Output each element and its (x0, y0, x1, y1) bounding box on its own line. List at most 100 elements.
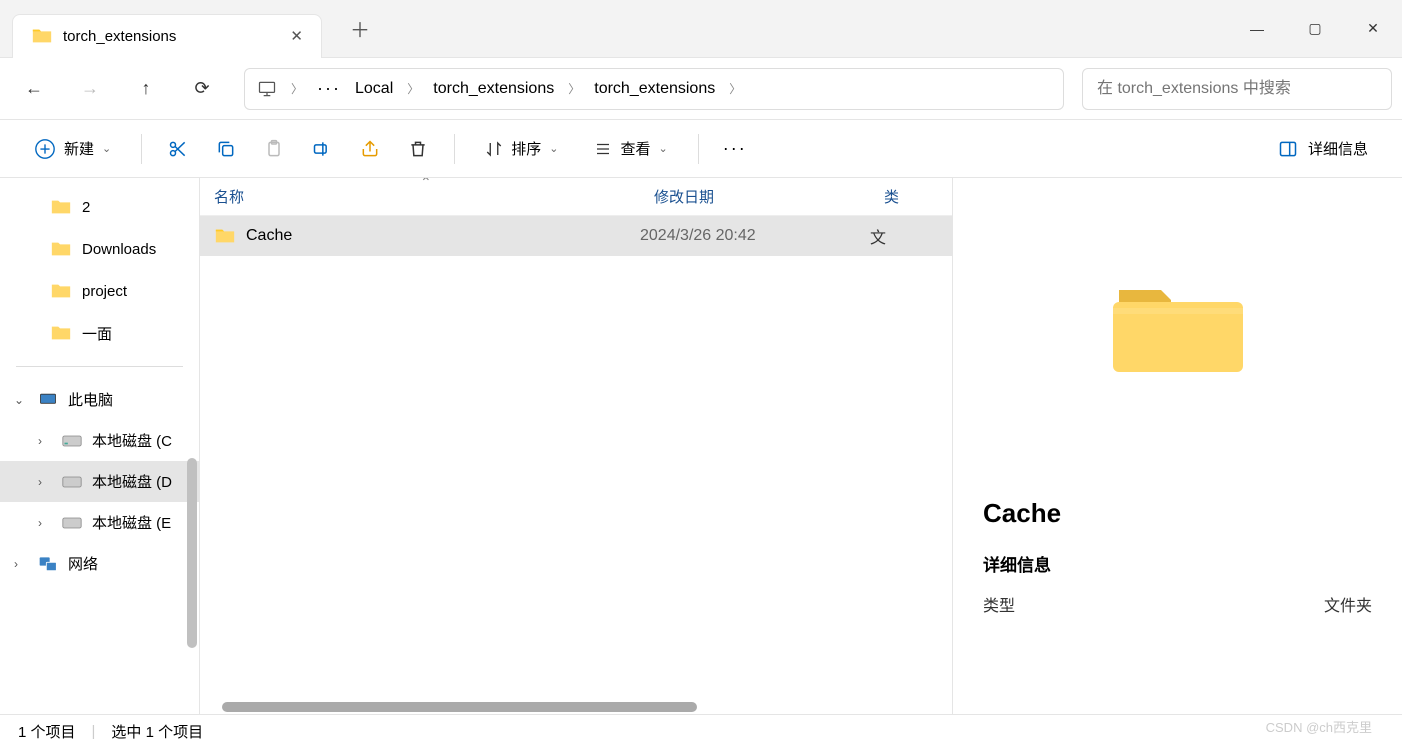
maximize-button[interactable]: ▢ (1286, 5, 1344, 53)
chevron-down-icon: ⌄ (549, 142, 558, 155)
preview-name: Cache (983, 498, 1372, 529)
watermark: CSDN @ch西克里 (1266, 717, 1372, 736)
cut-button[interactable] (158, 129, 198, 169)
scissors-icon (168, 139, 188, 159)
col-date[interactable]: 修改日期 (640, 178, 870, 215)
chevron-right-icon: 〉 (291, 80, 303, 97)
close-button[interactable]: ✕ (1344, 5, 1402, 53)
more-button[interactable]: ··· (715, 129, 755, 169)
folder-icon (50, 322, 72, 344)
sidebar-item-drive-e[interactable]: ›本地磁盘 (E (0, 502, 199, 543)
folder-large-icon (1113, 278, 1243, 378)
sidebar-item-network[interactable]: ›网络 (0, 543, 199, 584)
trash-icon (408, 139, 428, 159)
rename-icon (312, 139, 332, 159)
sort-asc-icon: ⌃ (420, 178, 432, 191)
sort-icon (485, 140, 503, 158)
new-tab-button[interactable]: ＋ (350, 14, 370, 43)
sort-button[interactable]: 排序 ⌄ (471, 130, 572, 167)
ellipsis-icon: ··· (723, 138, 747, 159)
minimize-button[interactable]: ― (1228, 5, 1286, 53)
details-pane-button[interactable]: 详细信息 (1264, 130, 1382, 167)
up-button[interactable]: ↑ (122, 65, 170, 113)
drive-icon (62, 433, 82, 449)
folder-icon (50, 196, 72, 218)
paste-button[interactable] (254, 129, 294, 169)
view-label: 查看 (620, 138, 650, 159)
sidebar-item-downloads[interactable]: Downloads (0, 228, 199, 270)
delete-button[interactable] (398, 129, 438, 169)
crumb-2[interactable]: torch_extensions (594, 80, 715, 98)
copy-button[interactable] (206, 129, 246, 169)
sidebar-item-drive-c[interactable]: ›本地磁盘 (C (0, 420, 199, 461)
folder-icon (50, 238, 72, 260)
col-type[interactable]: 类 (870, 178, 952, 215)
status-count: 1 个项目 (18, 721, 76, 742)
close-icon[interactable]: ✕ (290, 27, 303, 45)
chevron-down-icon: ⌄ (658, 142, 667, 155)
separator (141, 134, 142, 164)
drive-icon (62, 474, 82, 490)
chevron-right-icon: › (14, 557, 28, 571)
back-button[interactable]: ← (10, 65, 58, 113)
sidebar: 2 Downloads project 一面 ⌄此电脑 ›本地磁盘 (C ›本地… (0, 178, 200, 714)
separator (16, 366, 183, 367)
more-icon[interactable]: ··· (317, 78, 341, 99)
clipboard-icon (264, 139, 284, 159)
preview-type-value: 文件夹 (1324, 592, 1372, 616)
file-row-cache[interactable]: Cache 2024/3/26 20:42 文 (200, 216, 952, 256)
crumb-1[interactable]: torch_extensions (433, 80, 554, 98)
addressbar: ← → ↑ ⟳ 〉 ··· Local 〉 torch_extensions 〉… (0, 58, 1402, 120)
forward-button[interactable]: → (66, 65, 114, 113)
folder-icon (214, 225, 236, 247)
horizontal-scrollbar[interactable] (222, 702, 697, 712)
chevron-down-icon: ⌄ (14, 393, 28, 407)
network-icon (38, 554, 58, 574)
rename-button[interactable] (302, 129, 342, 169)
sidebar-item-drive-d[interactable]: ›本地磁盘 (D (0, 461, 199, 502)
tab-title: torch_extensions (63, 28, 176, 45)
search-input[interactable] (1082, 68, 1392, 110)
details-label: 详细信息 (1308, 138, 1368, 159)
separator: | (92, 723, 96, 740)
chevron-right-icon: 〉 (568, 80, 580, 97)
chevron-right-icon: › (38, 475, 52, 489)
pc-icon (38, 390, 58, 410)
sidebar-item-yimian[interactable]: 一面 (0, 312, 199, 354)
preview-type-row: 类型 文件夹 (983, 592, 1372, 616)
refresh-button[interactable]: ⟳ (178, 65, 226, 113)
sidebar-item-thispc[interactable]: ⌄此电脑 (0, 379, 199, 420)
toolbar: 新建 ⌄ 排序 ⌄ 查看 ⌄ ··· 详细信息 (0, 120, 1402, 178)
drive-icon (62, 515, 82, 531)
new-button[interactable]: 新建 ⌄ (20, 130, 125, 168)
chevron-right-icon: 〉 (729, 80, 741, 97)
pc-icon (257, 79, 277, 99)
sidebar-item-2[interactable]: 2 (0, 186, 199, 228)
main-area: 2 Downloads project 一面 ⌄此电脑 ›本地磁盘 (C ›本地… (0, 178, 1402, 714)
statusbar: 1 个项目 | 选中 1 个项目 CSDN @ch西克里 (0, 714, 1402, 748)
scrollbar[interactable] (187, 458, 197, 648)
view-button[interactable]: 查看 ⌄ (580, 130, 681, 167)
preview-section: 详细信息 (983, 551, 1372, 576)
chevron-right-icon: › (38, 434, 52, 448)
file-name: Cache (200, 225, 640, 247)
sidebar-item-project[interactable]: project (0, 270, 199, 312)
folder-icon (31, 25, 53, 47)
separator (698, 134, 699, 164)
share-button[interactable] (350, 129, 390, 169)
tab-active[interactable]: torch_extensions ✕ (12, 14, 322, 58)
file-type: 文 (870, 224, 952, 248)
list-icon (594, 140, 612, 158)
chevron-right-icon: 〉 (407, 80, 419, 97)
new-label: 新建 (64, 138, 94, 159)
column-header: ⌃ 名称 修改日期 类 (200, 178, 952, 216)
share-icon (360, 139, 380, 159)
file-list: ⌃ 名称 修改日期 类 Cache 2024/3/26 20:42 文 (200, 178, 952, 714)
plus-circle-icon (34, 138, 56, 160)
details-pane: Cache 详细信息 类型 文件夹 (952, 178, 1402, 714)
crumb-local[interactable]: Local (355, 80, 393, 98)
preview-type-label: 类型 (983, 592, 1015, 616)
sort-label: 排序 (511, 138, 541, 159)
breadcrumb[interactable]: 〉 ··· Local 〉 torch_extensions 〉 torch_e… (244, 68, 1064, 110)
titlebar: torch_extensions ✕ ＋ ― ▢ ✕ (0, 0, 1402, 58)
